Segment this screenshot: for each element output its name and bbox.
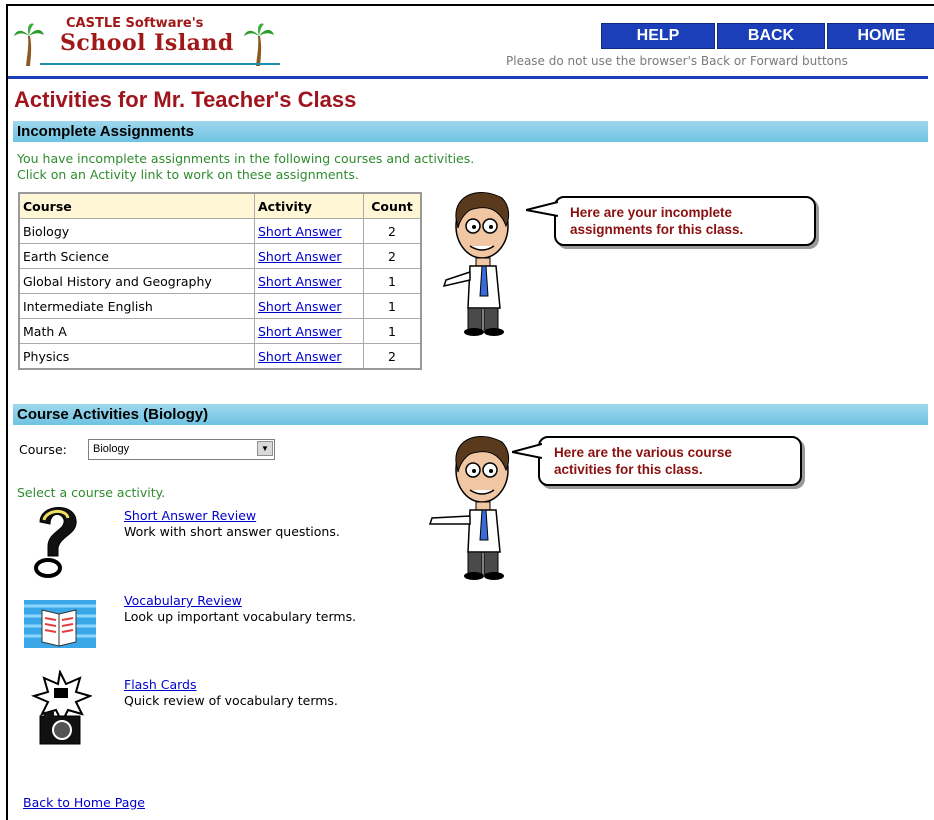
count-cell: 1 [363,318,422,344]
section-heading: Course Activities (Biology) [17,406,209,423]
course-select-value: Biology [93,443,130,455]
column-header-count: Count [363,192,422,219]
logo-subtitle: CASTLE Software's [66,16,204,31]
count-cell: 1 [363,293,422,319]
column-header-activity: Activity [254,192,364,219]
course-cell: Earth Science [18,243,255,269]
header-divider [8,76,928,79]
short-answer-link[interactable]: Short Answer [258,249,342,264]
select-activity-prompt: Select a course activity. [17,485,166,500]
course-label: Course: [19,442,67,457]
open-book-icon[interactable] [22,596,98,652]
short-answer-link[interactable]: Short Answer [258,299,342,314]
table-row: Biology Short Answer 2 [18,218,422,244]
teacher-caricature-icon [428,436,510,580]
speech-bubble-activities: Here are the various course activities f… [538,436,802,486]
incomplete-intro-line1: You have incomplete assignments in the f… [17,151,475,166]
bubble-line: Here are the various course [554,445,732,460]
table-header-row: Course Activity Count [18,192,422,219]
speech-bubble-incomplete: Here are your incomplete assignments for… [554,196,816,246]
question-mark-icon[interactable] [30,500,82,578]
count-cell: 2 [363,343,422,370]
activity-item: Flash Cards Quick review of vocabulary t… [124,677,338,709]
palm-tree-icon [14,23,44,66]
bubble-pointer [526,201,558,217]
page-title: Activities for Mr. Teacher's Class [14,87,357,112]
short-answer-link[interactable]: Short Answer [258,224,342,239]
activity-item: Short Answer Review Work with short answ… [124,508,340,540]
teacher-caricature-icon [442,192,510,336]
course-cell: Math A [18,318,255,344]
camera-flash-icon[interactable] [30,670,92,748]
short-answer-review-link[interactable]: Short Answer Review [124,508,256,523]
logo-underline [40,63,280,65]
course-cell: Global History and Geography [18,268,255,294]
help-button[interactable]: HELP [601,23,715,49]
incomplete-assignments-header: Incomplete Assignments [13,121,928,142]
bubble-line: assignments for this class. [570,222,744,237]
activity-description: Look up important vocabulary terms. [124,609,357,624]
course-activities-header: Course Activities (Biology) [13,404,928,425]
count-cell: 1 [363,268,422,294]
incomplete-intro-line2: Click on an Activity link to work on the… [17,167,359,182]
short-answer-link[interactable]: Short Answer [258,274,342,289]
back-button[interactable]: BACK [717,23,825,49]
vocabulary-review-link[interactable]: Vocabulary Review [124,593,242,608]
bubble-pointer [512,443,542,459]
short-answer-link[interactable]: Short Answer [258,324,342,339]
activity-description: Work with short answer questions. [124,524,340,539]
activity-description: Quick review of vocabulary terms. [124,693,338,708]
course-select[interactable]: Biology ▼ [88,439,275,460]
activity-item: Vocabulary Review Look up important voca… [124,593,356,625]
back-to-home-container: Back to Home Page [23,795,145,811]
navigation-notice: Please do not use the browser's Back or … [506,54,848,68]
logo-title: School Island [60,30,234,56]
flash-cards-link[interactable]: Flash Cards [124,677,197,692]
table-row: Earth Science Short Answer 2 [18,243,422,269]
chevron-down-icon[interactable]: ▼ [257,441,273,456]
back-to-home-link[interactable]: Back to Home Page [23,795,145,810]
section-heading: Incomplete Assignments [17,123,194,140]
short-answer-link[interactable]: Short Answer [258,349,342,364]
school-island-logo[interactable]: CASTLE Software's School Island [10,12,280,68]
count-cell: 2 [363,218,422,244]
bubble-line: activities for this class. [554,462,703,477]
bubble-line: Here are your incomplete [570,205,733,220]
table-row: Physics Short Answer 2 [18,343,422,370]
course-cell: Physics [18,343,255,370]
table-row: Intermediate English Short Answer 1 [18,293,422,319]
palm-tree-icon [244,23,274,66]
home-button[interactable]: HOME [827,23,934,49]
column-header-course: Course [18,192,255,219]
table-row: Global History and Geography Short Answe… [18,268,422,294]
count-cell: 2 [363,243,422,269]
course-cell: Biology [18,218,255,244]
course-cell: Intermediate English [18,293,255,319]
table-row: Math A Short Answer 1 [18,318,422,344]
incomplete-assignments-table: Course Activity Count Biology Short Answ… [18,192,422,370]
